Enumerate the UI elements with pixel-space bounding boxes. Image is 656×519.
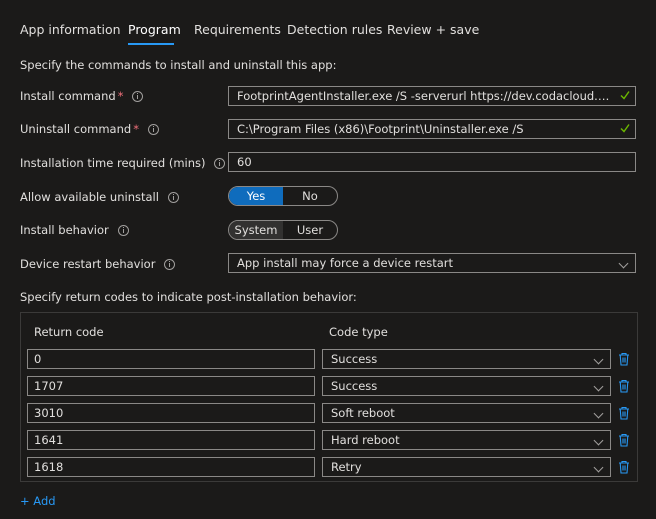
checkmark-icon <box>620 124 630 133</box>
return-codes-intro: Specify return codes to indicate post-in… <box>20 290 357 304</box>
chevron-down-icon <box>593 408 604 419</box>
info-icon[interactable] <box>214 157 226 169</box>
chevron-down-icon <box>593 462 604 473</box>
delete-icon[interactable] <box>618 352 630 366</box>
code-type-dropdown[interactable]: Success <box>322 376 611 396</box>
restart-behavior-dropdown[interactable]: App install may force a device restart <box>228 253 636 273</box>
install-behavior-toggle[interactable]: System User <box>228 220 338 240</box>
column-header-return-code: Return code <box>34 325 104 339</box>
code-type-dropdown[interactable]: Success <box>322 349 611 369</box>
install-command-label: Install command * <box>20 89 144 103</box>
active-tab-indicator <box>128 43 174 45</box>
uninstall-command-input[interactable]: C:\Program Files (x86)\Footprint\Uninsta… <box>228 119 636 139</box>
code-type-dropdown[interactable]: Hard reboot <box>322 430 611 450</box>
delete-icon[interactable] <box>618 406 630 420</box>
checkmark-icon <box>620 91 630 100</box>
restart-behavior-label: Device restart behavior <box>20 257 176 271</box>
return-code-input[interactable]: 1618 <box>27 457 315 477</box>
toggle-no[interactable]: No <box>283 187 337 205</box>
return-code-input[interactable]: 1641 <box>27 430 315 450</box>
install-time-input[interactable]: 60 <box>228 152 636 172</box>
toggle-user[interactable]: User <box>283 221 337 239</box>
info-icon[interactable] <box>164 258 176 270</box>
info-icon[interactable] <box>167 191 179 203</box>
chevron-down-icon <box>593 381 604 392</box>
code-type-dropdown[interactable]: Retry <box>322 457 611 477</box>
code-type-dropdown[interactable]: Soft reboot <box>322 403 611 423</box>
section-intro: Specify the commands to install and unin… <box>20 58 337 72</box>
tab-program[interactable]: Program <box>128 22 181 37</box>
install-behavior-label: Install behavior <box>20 223 129 237</box>
return-code-input[interactable]: 3010 <box>27 403 315 423</box>
info-icon[interactable] <box>147 123 159 135</box>
return-code-input[interactable]: 0 <box>27 349 315 369</box>
delete-icon[interactable] <box>618 379 630 393</box>
delete-icon[interactable] <box>618 433 630 447</box>
chevron-down-icon <box>593 354 604 365</box>
tab-requirements[interactable]: Requirements <box>194 22 281 37</box>
tab-detection-rules[interactable]: Detection rules <box>287 22 382 37</box>
info-icon[interactable] <box>117 224 129 236</box>
required-asterisk: * <box>117 89 124 103</box>
return-code-input[interactable]: 1707 <box>27 376 315 396</box>
toggle-yes[interactable]: Yes <box>229 187 283 205</box>
tab-app-information[interactable]: App information <box>20 22 121 37</box>
info-icon[interactable] <box>132 90 144 102</box>
install-command-input[interactable]: FootprintAgentInstaller.exe /S -serverur… <box>228 86 636 106</box>
uninstall-command-label: Uninstall command * <box>20 122 159 136</box>
add-return-code-button[interactable]: + Add <box>20 494 56 508</box>
install-time-label: Installation time required (mins) <box>20 156 226 170</box>
allow-uninstall-toggle[interactable]: Yes No <box>228 186 338 206</box>
chevron-down-icon <box>593 435 604 446</box>
allow-uninstall-label: Allow available uninstall <box>20 190 179 204</box>
delete-icon[interactable] <box>618 460 630 474</box>
column-header-code-type: Code type <box>329 325 388 339</box>
required-asterisk: * <box>133 122 139 136</box>
toggle-system[interactable]: System <box>229 221 283 239</box>
tab-review-save[interactable]: Review + save <box>387 22 479 37</box>
chevron-down-icon <box>618 258 629 269</box>
